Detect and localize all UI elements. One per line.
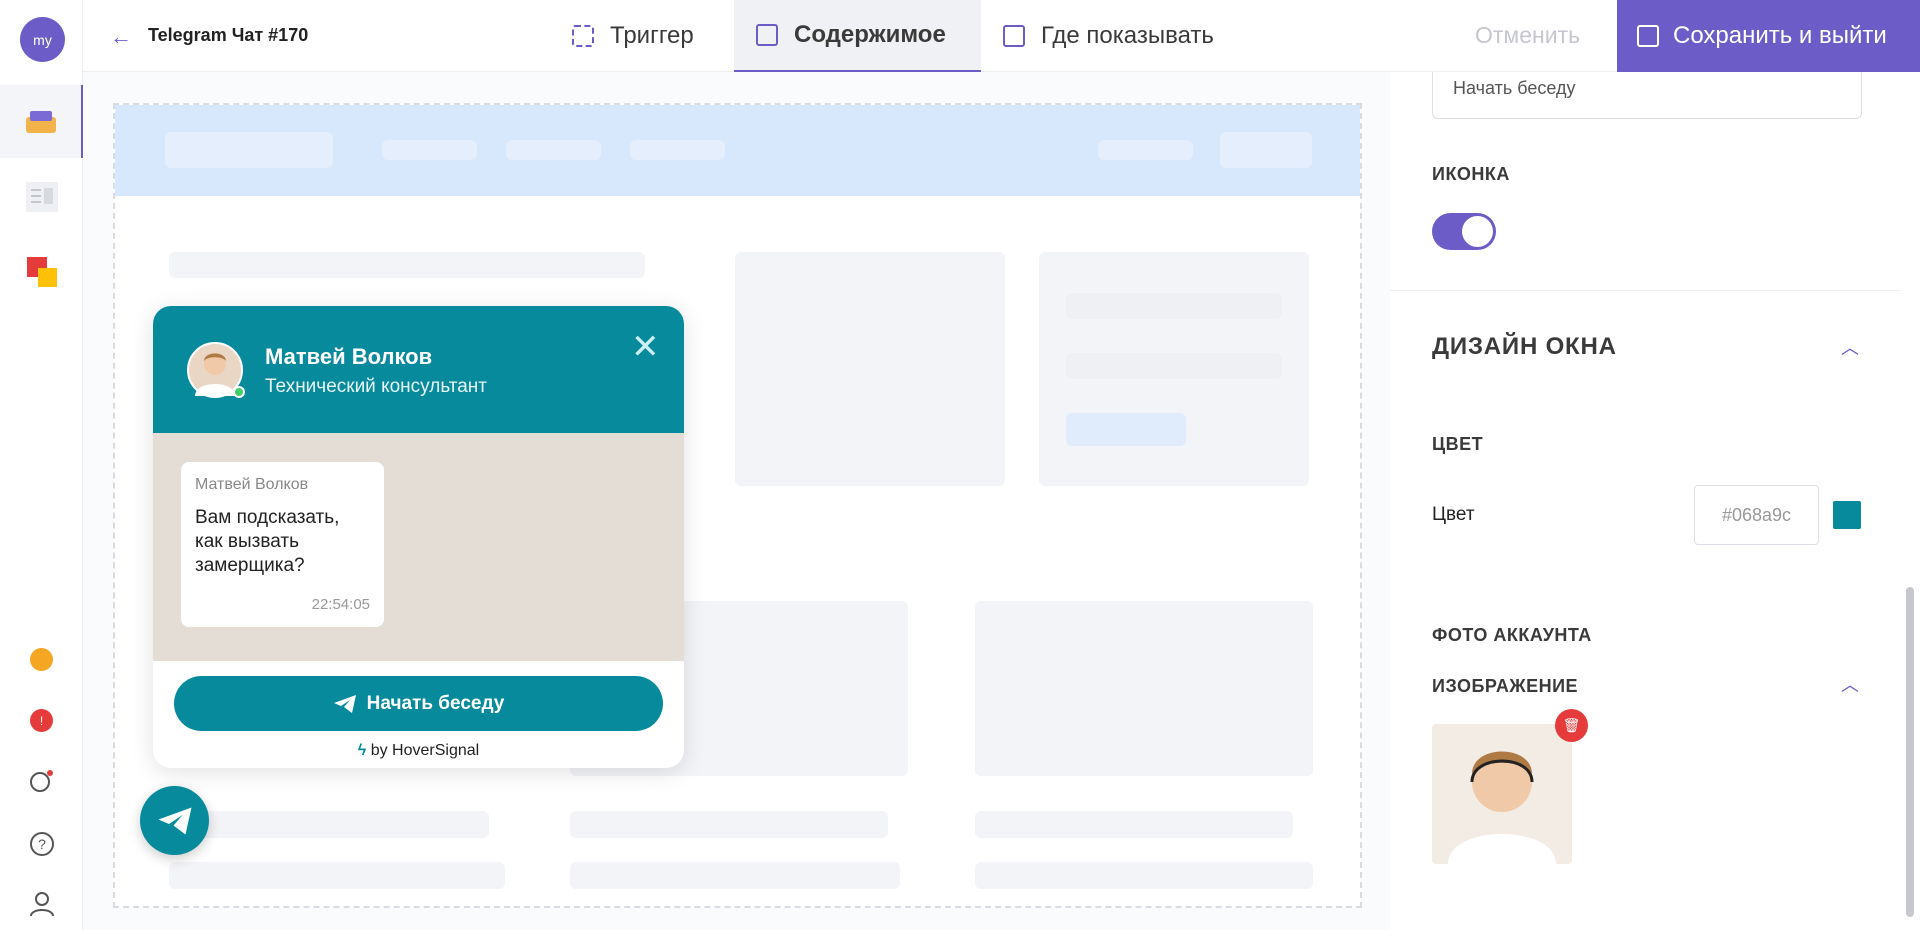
- message-time: 22:54:05: [311, 596, 370, 613]
- tab-trigger[interactable]: Триггер: [550, 0, 716, 72]
- save-icon: [1637, 25, 1659, 47]
- tab-content-label: Содержимое: [794, 21, 946, 48]
- account-photo-heading: ФОТО АККАУНТА: [1432, 625, 1592, 645]
- chat-area: Матвей Волков Вам подсказать, как вызват…: [153, 433, 684, 661]
- account-photo[interactable]: [1432, 724, 1572, 864]
- back-arrow-icon[interactable]: ←: [110, 24, 132, 50]
- close-icon[interactable]: ✕: [631, 330, 660, 364]
- consultant-name: Матвей Волков: [265, 344, 433, 369]
- save-label: Сохранить и выйти: [1673, 22, 1887, 49]
- section-divider: [1390, 290, 1900, 291]
- telegram-plane-icon: [158, 807, 191, 834]
- page-title: Telegram Чат #170: [148, 25, 309, 45]
- tab-where-to-show[interactable]: Где показывать: [981, 0, 1236, 72]
- color-heading: ЦВЕТ: [1432, 434, 1484, 454]
- tab-trigger-label: Триггер: [610, 22, 694, 49]
- settings-panel: Начать беседу ИКОНКА ДИЗАЙН ОКНА ︿ ЦВЕТ …: [1390, 72, 1900, 930]
- icon-heading: ИКОНКА: [1432, 164, 1510, 184]
- widgets-box-icon: [25, 110, 56, 133]
- scrollbar-thumb[interactable]: [1906, 587, 1914, 917]
- status-orange-dot-icon[interactable]: [30, 648, 53, 671]
- apps-squares-icon: [26, 256, 57, 287]
- message-sender: Матвей Волков: [195, 476, 309, 493]
- start-chat-button[interactable]: Начать беседу: [174, 676, 663, 731]
- top-bar: ← Telegram Чат #170 Триггер Содержимое Г…: [83, 0, 1920, 72]
- sidebar-item-widgets[interactable]: [0, 85, 83, 158]
- alert-icon[interactable]: !: [30, 709, 53, 732]
- color-label: Цвет: [1432, 504, 1475, 525]
- color-hex-input[interactable]: #068a9c: [1694, 485, 1819, 545]
- telegram-launcher-button[interactable]: [140, 786, 209, 855]
- account-logo[interactable]: my: [20, 17, 65, 62]
- consultant-photo-image: [1432, 724, 1572, 864]
- tab-where-label: Где показывать: [1041, 22, 1214, 49]
- delete-photo-icon[interactable]: 🗑: [1555, 709, 1588, 742]
- text-icon: [756, 24, 778, 46]
- message-text: Вам подсказать, как вызвать замерщика?: [195, 507, 340, 576]
- message-bubble: Матвей Волков Вам подсказать, как вызват…: [181, 462, 384, 627]
- lightning-icon: ϟ: [357, 742, 367, 759]
- preview-header-placeholder: [115, 105, 1360, 196]
- sidebar-item-apps[interactable]: [0, 235, 83, 308]
- left-sidebar: my ! ?: [0, 0, 83, 930]
- powered-by-label: by HoverSignal: [370, 742, 480, 759]
- svg-text:?: ?: [38, 836, 46, 852]
- trigger-icon: [572, 25, 594, 47]
- widget-header: Матвей Волков Технический консультант ✕: [153, 306, 684, 433]
- image-heading[interactable]: ИЗОБРАЖЕНИЕ: [1432, 676, 1578, 697]
- toggle-knob: [1462, 216, 1493, 247]
- cancel-button[interactable]: Отменить: [1475, 22, 1580, 49]
- tab-content[interactable]: Содержимое: [734, 0, 981, 72]
- color-swatch[interactable]: [1833, 501, 1861, 529]
- chat-bubbles-icon[interactable]: [28, 768, 56, 796]
- powered-by[interactable]: ϟ by HoverSignal: [153, 742, 684, 760]
- window-design-heading[interactable]: ДИЗАЙН ОКНА: [1432, 333, 1617, 361]
- help-icon[interactable]: ?: [28, 830, 56, 858]
- consultant-role: Технический консультант: [265, 376, 487, 397]
- online-status-dot: [233, 386, 245, 398]
- pages-icon: [25, 181, 58, 212]
- chat-widget-preview: Матвей Волков Технический консультант ✕ …: [153, 306, 684, 768]
- telegram-plane-icon: [333, 694, 356, 713]
- chevron-up-icon[interactable]: ︿: [1841, 334, 1859, 360]
- start-chat-label: Начать беседу: [366, 692, 505, 714]
- sidebar-item-pages[interactable]: [0, 160, 83, 233]
- user-profile-icon[interactable]: [28, 890, 56, 918]
- save-and-exit-button[interactable]: Сохранить и выйти: [1617, 0, 1920, 72]
- button-text-field[interactable]: Начать беседу: [1432, 72, 1862, 119]
- icon-toggle[interactable]: [1432, 213, 1496, 250]
- chevron-up-icon[interactable]: ︿: [1841, 671, 1859, 697]
- panel-scrollbar[interactable]: [1900, 72, 1920, 930]
- pages-book-icon: [1003, 25, 1025, 47]
